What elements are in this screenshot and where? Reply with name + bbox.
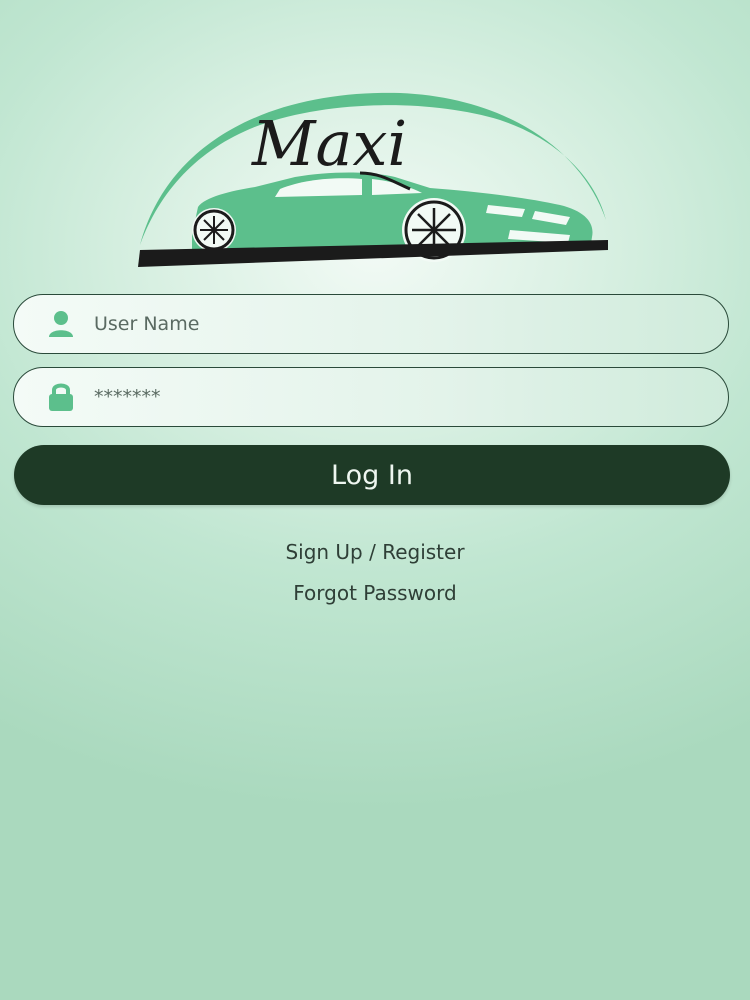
forgot-password-link[interactable]: Forgot Password xyxy=(0,581,750,605)
username-input[interactable] xyxy=(94,304,654,344)
lock-icon xyxy=(44,380,78,414)
maxi-logo: Maxi xyxy=(130,85,620,275)
user-icon xyxy=(44,307,78,341)
password-field[interactable] xyxy=(13,367,729,427)
password-input[interactable] xyxy=(94,377,654,417)
logo-title: Maxi xyxy=(251,107,407,180)
car-logo-graphic: Maxi xyxy=(138,92,608,267)
signup-link[interactable]: Sign Up / Register xyxy=(0,540,750,564)
username-field[interactable] xyxy=(13,294,729,354)
login-button[interactable]: Log In xyxy=(14,445,730,505)
